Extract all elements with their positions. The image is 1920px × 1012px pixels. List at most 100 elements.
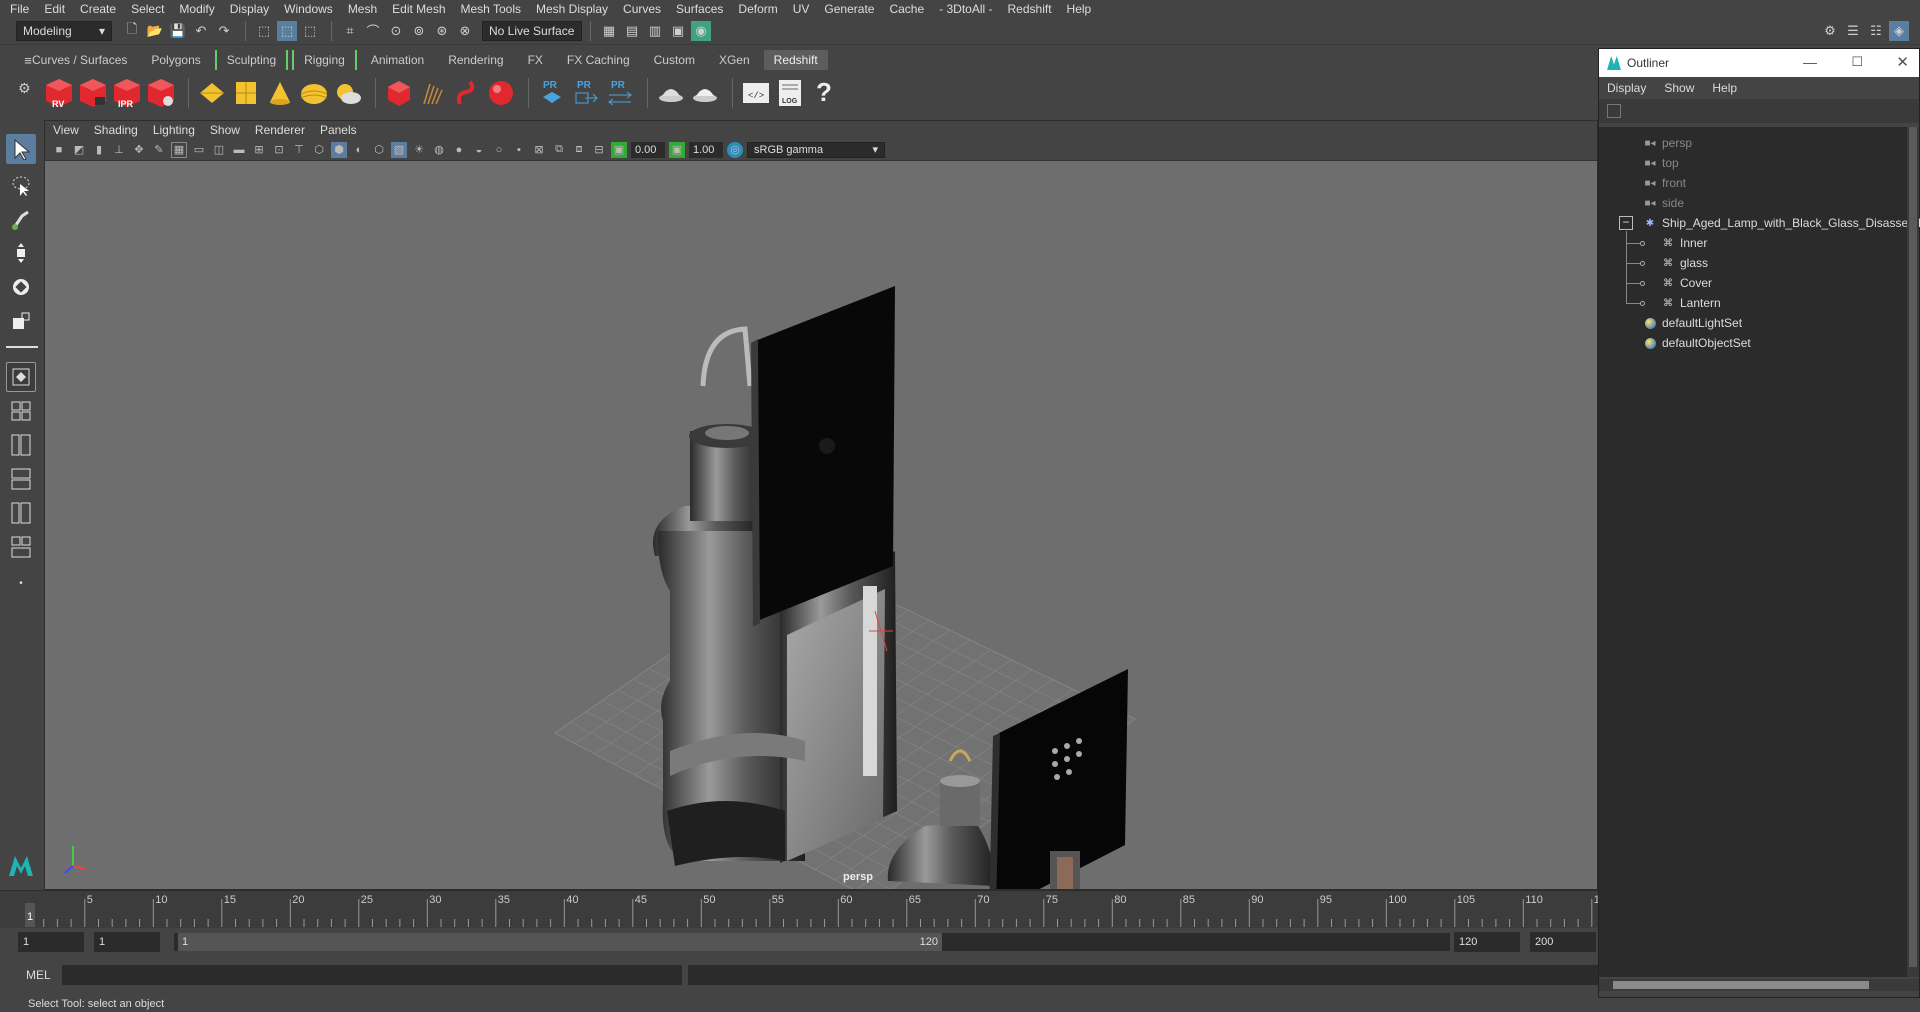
film-gate-icon[interactable]: ▭	[191, 142, 207, 158]
safe-action-icon[interactable]: ⊡	[271, 142, 287, 158]
select-component-icon[interactable]: ⬚	[300, 21, 320, 41]
close-icon[interactable]: ✕	[1896, 53, 1909, 71]
select-object-icon[interactable]: ⬚	[277, 20, 297, 41]
range-slider-handle[interactable]: 1 120	[178, 933, 942, 951]
shelf-tab-animation[interactable]: Animation	[361, 50, 434, 70]
lasso-tool-icon[interactable]	[6, 170, 36, 200]
redshift-sun-sky-icon[interactable]	[333, 76, 363, 110]
menu-curves[interactable]: Curves	[623, 2, 661, 16]
color-management-icon[interactable]: ◎	[727, 141, 743, 158]
shelf-tab-sculpting[interactable]: Sculpting	[214, 50, 289, 70]
menu-mesh-display[interactable]: Mesh Display	[536, 2, 608, 16]
viewport-menu-lighting[interactable]: Lighting	[153, 123, 195, 137]
menu-help[interactable]: Help	[1067, 2, 1092, 16]
redshift-material-icon[interactable]	[486, 76, 516, 110]
motion-blur-icon[interactable]: ◒	[471, 142, 487, 158]
render-frame-icon[interactable]: ▤	[622, 21, 642, 41]
textured-icon[interactable]: ▧	[391, 141, 407, 158]
scrollbar-thumb[interactable]	[1909, 127, 1917, 967]
playback-start-field[interactable]: 1	[94, 932, 160, 952]
exposure-toggle-icon[interactable]: ▣	[611, 141, 627, 158]
help-icon[interactable]: ?	[809, 76, 839, 110]
redshift-light-spot-icon[interactable]	[265, 76, 295, 110]
grease-pencil-icon[interactable]: ✎	[151, 142, 167, 158]
viewport-panel[interactable]: View Shading Lighting Show Renderer Panels ■ …	[44, 120, 1598, 890]
workspace-icon[interactable]: ⚙	[1820, 21, 1840, 41]
menu-mesh-tools[interactable]: Mesh Tools	[461, 2, 521, 16]
two-d-pan-icon[interactable]: ✥	[131, 142, 147, 158]
isolate-select-icon[interactable]: ⊠	[531, 142, 547, 158]
depth-of-field-icon[interactable]: ▪	[511, 142, 527, 158]
persp-uv-layout-icon[interactable]	[6, 532, 36, 562]
render-settings-icon[interactable]: ▦	[599, 21, 619, 41]
rotate-tool-icon[interactable]	[6, 272, 36, 302]
outliner-mesh-item[interactable]: ⌘ Inner	[1661, 233, 1707, 253]
shelf-settings-icon[interactable]: ⚙	[18, 80, 31, 97]
new-scene-icon[interactable]: 🗋	[122, 21, 142, 41]
outliner-camera-item[interactable]: ■◂ top	[1643, 153, 1678, 173]
shelf-tab-rendering[interactable]: Rendering	[438, 50, 513, 70]
filter-toggle-icon[interactable]	[1607, 104, 1621, 118]
menu-redshift[interactable]: Redshift	[1008, 2, 1052, 16]
select-tool-icon[interactable]	[6, 134, 36, 164]
paint-select-tool-icon[interactable]	[6, 204, 36, 234]
custom-layout-icon[interactable]: •	[6, 568, 36, 598]
menu-edit-mesh[interactable]: Edit Mesh	[392, 2, 445, 16]
resolution-gate-icon[interactable]: ◫	[211, 142, 227, 158]
snap-curve-icon[interactable]: ⌒	[363, 21, 383, 41]
command-input[interactable]	[62, 965, 682, 985]
menu-generate[interactable]: Generate	[824, 2, 874, 16]
field-chart-icon[interactable]: ⊞	[251, 142, 267, 158]
viewport-menu-renderer[interactable]: Renderer	[255, 123, 305, 137]
viewport-menu-show[interactable]: Show	[210, 123, 240, 137]
time-slider-ruler[interactable]: 5 10 15 20 25 30 35 40 45 50 55 60 65 70 75 80 85 90 95 100…	[0, 891, 1620, 929]
redshift-volume-icon[interactable]	[452, 76, 482, 110]
screen-space-ao-icon[interactable]: ●	[451, 142, 467, 158]
shelf-tab-fx[interactable]: FX	[518, 50, 553, 70]
persp-graph-layout-icon[interactable]	[6, 464, 36, 494]
outliner-list[interactable]: ■◂ persp ■◂ top ■◂ front ■◂ side − ✱ Ship_Aged_Lam…	[1599, 127, 1920, 977]
redshift-ipr-icon[interactable]: IPR	[112, 76, 142, 110]
shelf-tab-custom[interactable]: Custom	[644, 50, 705, 70]
viewport-menu-panels[interactable]: Panels	[320, 123, 357, 137]
scrollbar-thumb[interactable]	[1613, 981, 1869, 989]
animation-end-field[interactable]: 200	[1530, 932, 1596, 952]
menu-surfaces[interactable]: Surfaces	[676, 2, 723, 16]
redshift-shader-ball-alt-icon[interactable]	[690, 76, 720, 110]
menu-deform[interactable]: Deform	[738, 2, 777, 16]
redshift-light-area-icon[interactable]	[197, 76, 227, 110]
shelf-tab-fx-caching[interactable]: FX Caching	[557, 50, 640, 70]
xray-joints-icon[interactable]: ⧈	[571, 142, 587, 158]
shelf-tab-curves-surfaces[interactable]: Curves / Surfaces	[22, 50, 137, 70]
menu-windows[interactable]: Windows	[284, 2, 333, 16]
outliner-menu-show[interactable]: Show	[1664, 81, 1694, 95]
outliner-titlebar[interactable]: Outliner — ☐ ✕	[1599, 49, 1919, 77]
viewport-menu-shading[interactable]: Shading	[94, 123, 138, 137]
shelf-tab-polygons[interactable]: Polygons	[141, 50, 210, 70]
redshift-light-dome-icon[interactable]	[299, 76, 329, 110]
viewport-menu-view[interactable]: View	[53, 123, 79, 137]
outliner-menu-display[interactable]: Display	[1607, 81, 1646, 95]
make-live-icon[interactable]: ⊗	[455, 21, 475, 41]
menu-select[interactable]: Select	[131, 2, 164, 16]
snap-view-plane-icon[interactable]: ⊛	[432, 21, 452, 41]
snap-grid-icon[interactable]: ⌗	[340, 21, 360, 41]
time-slider[interactable]: 5 10 15 20 25 30 35 40 45 50 55 60 65 70 75 80 85 90 95 100…	[0, 890, 1620, 929]
persp-outliner-layout-icon[interactable]	[6, 430, 36, 460]
xray-icon[interactable]: ⧉	[551, 142, 567, 158]
redo-icon[interactable]: ↷	[214, 21, 234, 41]
outliner-menu-help[interactable]: Help	[1712, 81, 1737, 95]
hypershade-icon[interactable]: ◉	[691, 20, 711, 41]
snap-projected-icon[interactable]: ⊚	[409, 21, 429, 41]
outliner-mesh-item[interactable]: ⌘ Lantern	[1661, 293, 1721, 313]
single-view-layout-icon[interactable]	[6, 362, 36, 392]
redshift-proxy-icon[interactable]	[384, 76, 414, 110]
menu-edit[interactable]: Edit	[44, 2, 65, 16]
camera-attributes-icon[interactable]: ◩	[71, 142, 87, 158]
open-scene-icon[interactable]: 📂	[145, 21, 165, 41]
shelf-tab-redshift[interactable]: Redshift	[763, 50, 828, 70]
redshift-script-icon[interactable]: </>	[741, 76, 771, 110]
outliner-mesh-item[interactable]: ⌘ Cover	[1661, 273, 1712, 293]
shelf-menu-icon[interactable]: ≡	[18, 50, 38, 70]
use-all-lights-icon[interactable]: ☀	[411, 142, 427, 158]
